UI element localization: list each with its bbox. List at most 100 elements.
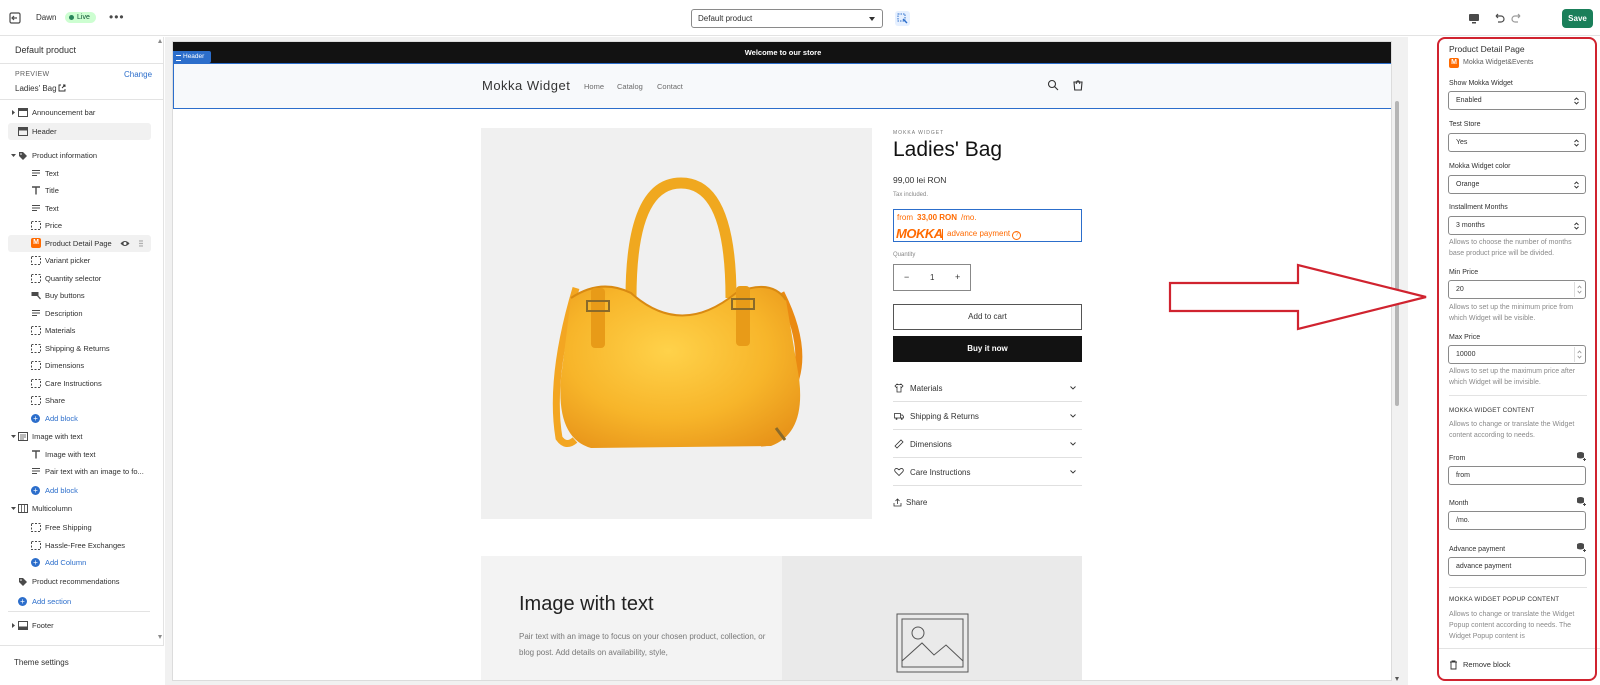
preview-scrollbar[interactable]: [1393, 41, 1401, 681]
max-price-input[interactable]: 10000: [1448, 345, 1586, 364]
section-product-information[interactable]: Product information: [8, 147, 151, 164]
dynamic-source-icon[interactable]: [1576, 542, 1586, 552]
block-image-with-text-body[interactable]: Pair text with an image to fo...: [8, 463, 151, 480]
month-text-field[interactable]: /mo.: [1448, 511, 1586, 530]
number-stepper-icon[interactable]: [1574, 282, 1584, 297]
drag-handle-icon[interactable]: [136, 239, 146, 248]
mokka-advance-payment[interactable]: advance payment ?: [942, 229, 1022, 240]
add-section-button[interactable]: + Add section: [8, 593, 151, 610]
change-preview-link[interactable]: Change: [124, 70, 152, 79]
block-image-with-text-heading[interactable]: Image with text: [8, 446, 151, 463]
nav-link-contact[interactable]: Contact: [657, 82, 683, 91]
exit-icon[interactable]: [8, 11, 22, 25]
plus-icon[interactable]: +: [955, 272, 960, 282]
external-link-icon[interactable]: [58, 84, 66, 92]
eye-icon[interactable]: [120, 239, 130, 248]
add-block-button[interactable]: + Add block: [8, 410, 151, 427]
product-image[interactable]: [481, 128, 872, 519]
sidebar-scrollbar[interactable]: [157, 37, 163, 685]
cart-icon[interactable]: [1072, 79, 1084, 91]
chevron-right-icon[interactable]: [11, 110, 16, 115]
block-price[interactable]: Price: [8, 217, 151, 234]
accordion-care-instructions[interactable]: Care Instructions: [893, 458, 1082, 486]
chevron-down-icon: [869, 17, 875, 21]
min-price-help: Allows to set up the minimum price from …: [1449, 304, 1574, 322]
block-variant-picker[interactable]: Variant picker: [8, 252, 151, 269]
add-to-cart-button[interactable]: Add to cart: [893, 304, 1082, 330]
live-badge: Live: [65, 12, 96, 23]
remove-block-button[interactable]: Remove block: [1437, 648, 1600, 685]
section-product-recommendations[interactable]: Product recommendations: [8, 573, 151, 590]
section-header[interactable]: Header: [8, 123, 151, 140]
chevron-down-icon[interactable]: [11, 153, 16, 158]
section-image-with-text[interactable]: Image with text: [8, 428, 151, 445]
widget-color-select[interactable]: Orange: [1448, 175, 1586, 194]
min-price-input[interactable]: 20: [1448, 280, 1586, 299]
device-preview-icon[interactable]: [1467, 11, 1481, 25]
chevron-down-icon[interactable]: [11, 434, 16, 439]
theme-settings-bar[interactable]: Theme settings: [0, 645, 164, 685]
image-with-text-section[interactable]: Image with text Pair text with an image …: [481, 556, 1082, 680]
block-product-detail-page[interactable]: M Product Detail Page: [8, 235, 151, 252]
block-share[interactable]: Share: [8, 392, 151, 409]
add-column-button[interactable]: + Add Column: [8, 554, 151, 571]
mokka-widget[interactable]: from 33,00 RON/mo. MOKKA advance payment …: [893, 209, 1082, 242]
plus-circle-icon: +: [31, 558, 40, 567]
preview-canvas: Welcome to our store Mokka Widget Home C…: [165, 37, 1408, 685]
template-select[interactable]: Default product: [691, 9, 883, 28]
dashed-block-icon: [31, 274, 41, 283]
dynamic-source-icon[interactable]: [1576, 496, 1586, 506]
block-free-shipping[interactable]: Free Shipping: [8, 519, 151, 536]
block-hassle-free-exchanges[interactable]: Hassle-Free Exchanges: [8, 537, 151, 554]
minus-icon[interactable]: −: [904, 272, 909, 282]
store-logo[interactable]: Mokka Widget: [482, 78, 570, 93]
block-shipping-returns[interactable]: Shipping & Returns: [8, 340, 151, 357]
undo-icon[interactable]: [1492, 11, 1506, 25]
more-actions-icon[interactable]: •••: [109, 11, 125, 23]
advance-payment-text-field[interactable]: advance payment: [1448, 557, 1586, 576]
add-column-label: Add Column: [45, 558, 87, 567]
dynamic-source-icon[interactable]: [1576, 451, 1586, 461]
quantity-value[interactable]: 1: [930, 273, 934, 282]
help-circle-icon[interactable]: ?: [1012, 231, 1022, 240]
header-section-tag[interactable]: Header: [173, 51, 211, 63]
save-button[interactable]: Save: [1562, 9, 1593, 28]
add-block-button[interactable]: + Add block: [8, 482, 151, 499]
quantity-stepper[interactable]: − 1 +: [893, 264, 971, 291]
block-text[interactable]: Text: [8, 165, 151, 182]
nav-link-catalog[interactable]: Catalog: [617, 82, 643, 91]
nav-link-home[interactable]: Home: [584, 82, 604, 91]
share-link[interactable]: Share: [906, 498, 927, 507]
search-icon[interactable]: [1047, 79, 1059, 91]
accordion-shipping-returns[interactable]: Shipping & Returns: [893, 402, 1082, 430]
chevron-right-icon[interactable]: [11, 623, 16, 628]
block-text[interactable]: Text: [8, 200, 151, 217]
section-announcement-bar[interactable]: Announcement bar: [8, 104, 151, 121]
accordion-dimensions[interactable]: Dimensions: [893, 430, 1082, 458]
block-description[interactable]: Description: [8, 305, 151, 322]
buy-now-button[interactable]: Buy it now: [893, 336, 1082, 362]
divider: [0, 63, 164, 64]
announcement-bar[interactable]: Welcome to our store: [173, 42, 1391, 63]
test-store-select[interactable]: Yes: [1448, 133, 1586, 152]
installment-select[interactable]: 3 months: [1448, 216, 1586, 235]
share-icon[interactable]: [893, 498, 902, 507]
inspector-icon[interactable]: [895, 11, 910, 26]
section-footer[interactable]: Footer: [8, 617, 151, 634]
block-materials[interactable]: Materials: [8, 322, 151, 339]
show-widget-select[interactable]: Enabled: [1448, 91, 1586, 110]
redo-icon[interactable]: [1510, 11, 1524, 25]
accordion-materials[interactable]: Materials: [893, 374, 1082, 402]
block-quantity-selector[interactable]: Quantity selector: [8, 270, 151, 287]
block-buy-buttons[interactable]: Buy buttons: [8, 287, 151, 304]
from-text-field[interactable]: from: [1448, 466, 1586, 485]
number-stepper-icon[interactable]: [1574, 347, 1584, 362]
store-header[interactable]: Mokka Widget Home Catalog Contact: [173, 63, 1391, 109]
section-label: Multicolumn: [32, 504, 73, 513]
mokka-app-icon: M: [31, 238, 41, 248]
block-care-instructions[interactable]: Care Instructions: [8, 375, 151, 392]
section-multicolumn[interactable]: Multicolumn: [8, 500, 151, 517]
chevron-down-icon[interactable]: [11, 506, 16, 511]
block-title[interactable]: Title: [8, 182, 151, 199]
block-dimensions[interactable]: Dimensions: [8, 357, 151, 374]
